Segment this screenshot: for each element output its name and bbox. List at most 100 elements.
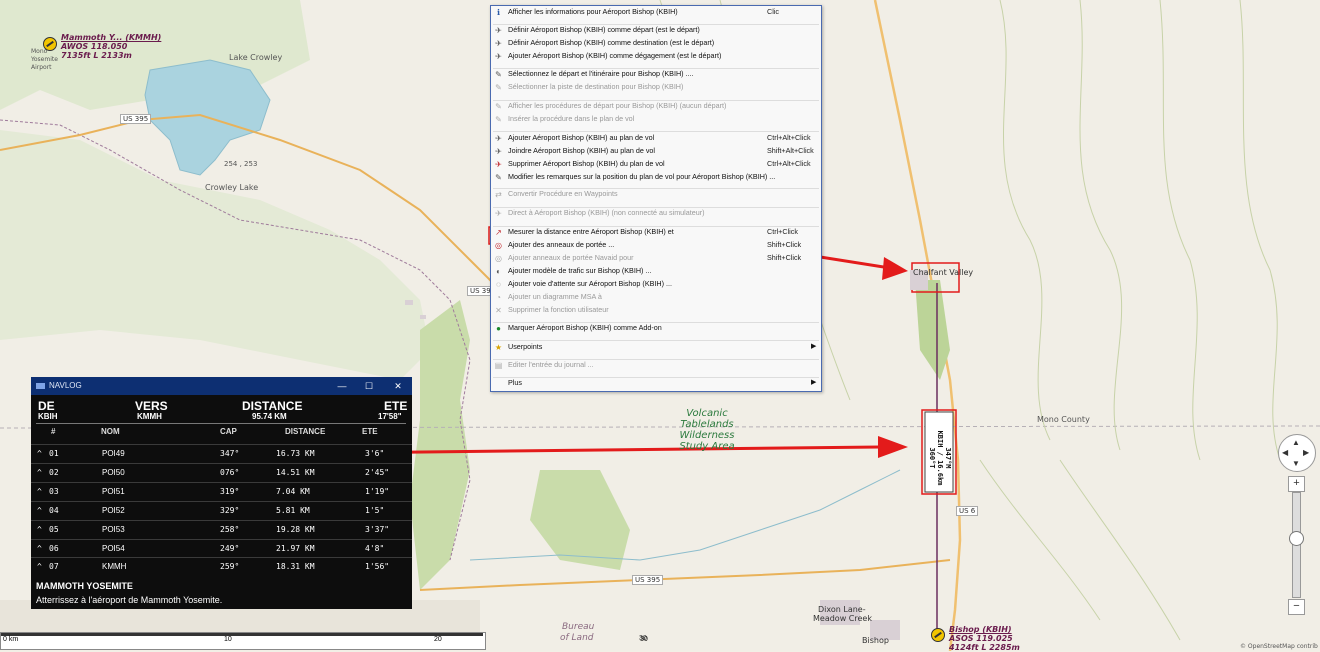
col-heading: CAP — [220, 427, 237, 436]
pan-up-icon[interactable]: ▲ — [1292, 438, 1300, 447]
menu-item[interactable]: ✈ Joindre Aéroport Bishop (KBIH) au plan … — [491, 145, 821, 157]
remove-icon: ✕ — [495, 306, 502, 315]
row-heading: 347° — [220, 449, 240, 458]
navlog-row[interactable]: ^ 07 KMMH 259° 18.31 KM 1'56" — [31, 557, 412, 575]
place-mono-county: Mono County — [1037, 415, 1090, 424]
menu-item: ⇄ Convertir Procédure en Waypoints — [491, 188, 821, 200]
menu-item-label: Userpoints — [508, 342, 543, 351]
close-icon[interactable]: ✕ — [386, 377, 410, 395]
menu-item[interactable]: ℹ Afficher les informations pour Aéroport… — [491, 6, 821, 18]
menu-item[interactable]: ● Marquer Aéroport Bishop (KBIH) comme Ad… — [491, 322, 821, 334]
col-ete: ETE — [362, 427, 378, 436]
menu-item-label: Editer l'entrée du journal ... — [508, 360, 594, 369]
navlog-row[interactable]: ^ 01 POI49 347° 16.73 KM 3'6" — [31, 444, 412, 462]
menu-item[interactable]: ✈ Définir Aéroport Bishop (KBIH) comme de… — [491, 37, 821, 49]
row-heading: 076° — [220, 467, 240, 477]
copyright: © OpenStreetMap contrib — [1240, 643, 1318, 650]
navlog-row[interactable]: ^ 02 POI50 076° 14.51 KM 2'45" — [31, 462, 412, 482]
zoom-in-button[interactable]: + — [1288, 476, 1305, 492]
scale-label: 0 km — [3, 636, 19, 643]
airport-icon[interactable] — [931, 628, 945, 642]
menu-item[interactable]: ✎ Modifier les remarques sur la position … — [491, 171, 821, 183]
expand-icon[interactable]: ^ — [37, 445, 42, 463]
menu-item-shortcut: Ctrl+Click — [767, 227, 798, 236]
navlog-from-value: KBIH — [38, 412, 58, 421]
navlog-title: NAVLOG — [49, 381, 82, 390]
col-distance: DISTANCE — [285, 427, 326, 436]
row-heading: 249° — [220, 543, 240, 553]
alternate-icon: ✈ — [495, 52, 502, 61]
runway-icon: ✎ — [495, 83, 502, 92]
menu-item[interactable]: ✎ Sélectionnez le départ et l'itinéraire … — [491, 68, 821, 80]
menu-item-label: Joindre Aéroport Bishop (KBIH) au plan d… — [508, 146, 656, 155]
menu-item-label: Direct à Aéroport Bishop (KBIH) (non con… — [508, 208, 705, 217]
pan-right-icon[interactable]: ▶ — [1303, 448, 1309, 457]
procedure-icon: ✎ — [495, 102, 502, 111]
menu-item[interactable]: ✈ Supprimer Aéroport Bishop (KBIH) du pla… — [491, 158, 821, 170]
menu-item-label: Ajouter des anneaux de portée ... — [508, 240, 615, 249]
menu-item[interactable]: ✈ Ajouter Aéroport Bishop (KBIH) au plan … — [491, 132, 821, 144]
navlog-row[interactable]: ^ 06 POI54 249° 21.97 KM 4'8" — [31, 538, 412, 558]
row-distance: 7.04 KM — [276, 486, 310, 496]
leg-distance-label: 347°M KBIH / 16.6km 360°T — [928, 430, 952, 486]
menu-item: ✎ Insérer la procédure dans le plan de vo… — [491, 113, 821, 125]
navlog-row[interactable]: ^ 03 POI51 319° 7.04 KM 1'19" — [31, 481, 412, 501]
row-distance: 18.31 KM — [276, 562, 315, 572]
navlog-titlebar[interactable]: NAVLOG — ☐ ✕ — [31, 377, 412, 395]
menu-item[interactable]: ★ Userpoints ▶ — [491, 341, 821, 353]
place-airport-label: Airport — [31, 64, 52, 71]
pan-down-icon[interactable]: ▼ — [1292, 459, 1300, 468]
expand-icon[interactable]: ^ — [37, 502, 42, 520]
row-heading: 329° — [220, 505, 240, 515]
expand-icon[interactable]: ^ — [37, 540, 42, 558]
menu-item[interactable]: ◎ Ajouter des anneaux de portée ... Shift+… — [491, 239, 821, 251]
menu-item-label: Mesurer la distance entre Aéroport Bisho… — [508, 227, 674, 236]
zoom-slider[interactable] — [1289, 492, 1304, 598]
row-name: POI54 — [102, 543, 125, 553]
navaid-rings-icon: ◎ — [495, 254, 502, 263]
menu-item-label: Convertir Procédure en Waypoints — [508, 189, 618, 198]
menu-item-label: Ajouter Aéroport Bishop (KBIH) au plan d… — [508, 133, 655, 142]
addon-icon: ● — [496, 324, 501, 333]
airport-label-bishop[interactable]: Bishop (KBIH) ASOS 119.025 4124ft L 2285… — [949, 625, 1020, 652]
row-distance: 14.51 KM — [276, 467, 315, 477]
append-icon: ✈ — [495, 147, 502, 156]
place-dixon-lane: Dixon Lane- — [818, 605, 866, 614]
expand-icon[interactable]: ^ — [37, 558, 42, 576]
row-ete: 3'37" — [365, 524, 390, 534]
zoom-slider-handle[interactable] — [1289, 531, 1304, 546]
navlog-row[interactable]: ^ 05 POI53 258° 19.28 KM 3'37" — [31, 519, 412, 539]
menu-item[interactable]: ◌ Ajouter voie d'attente sur Aéroport Bis… — [491, 278, 821, 290]
menu-item-shortcut: Clic — [767, 7, 779, 16]
menu-item[interactable]: ◐ Ajouter modèle de trafic sur Bishop (KB… — [491, 265, 821, 277]
menu-item[interactable]: ✈ Ajouter Aéroport Bishop (KBIH) comme dé… — [491, 50, 821, 62]
range-rings-icon: ◎ — [495, 241, 502, 250]
menu-item: ▤ Editer l'entrée du journal ... — [491, 359, 821, 371]
navlog-row[interactable]: ^ 04 POI52 329° 5.81 KM 1'5" — [31, 500, 412, 520]
menu-item-label: Ajouter anneaux de portée Navaid pour — [508, 253, 634, 262]
menu-item: ◎ Ajouter anneaux de portée Navaid pour Sh… — [491, 252, 821, 264]
pan-left-icon[interactable]: ◀ — [1282, 448, 1288, 457]
row-num: 04 — [49, 505, 59, 515]
row-ete: 1'5" — [365, 505, 385, 515]
place-bishop: Bishop — [862, 636, 889, 645]
zoom-out-button[interactable]: − — [1288, 599, 1305, 615]
minimize-icon[interactable]: — — [330, 377, 354, 395]
airport-label-mammoth[interactable]: Mammoth Y... (KMMH) AWOS 118.050 7135ft … — [61, 33, 161, 60]
menu-item[interactable]: ✈ Définir Aéroport Bishop (KBIH) comme dé… — [491, 24, 821, 36]
expand-icon[interactable]: ^ — [37, 464, 42, 482]
navlog-to-value: KMMH — [137, 412, 162, 421]
expand-icon[interactable]: ^ — [37, 521, 42, 539]
pan-control[interactable]: ▲ ▼ ◀ ▶ — [1278, 434, 1316, 472]
menu-item-label: Supprimer la fonction utilisateur — [508, 305, 609, 314]
elevation-label: 254 , 253 — [224, 160, 258, 168]
row-distance: 21.97 KM — [276, 543, 315, 553]
menu-item[interactable]: Plus ▶ — [491, 377, 821, 389]
direct-icon: ✈ — [495, 209, 502, 218]
expand-icon[interactable]: ^ — [37, 483, 42, 501]
scale-bar: 0 km 10 20 30 — [0, 632, 648, 650]
maximize-icon[interactable]: ☐ — [357, 377, 381, 395]
menu-item[interactable]: ↗ Mesurer la distance entre Aéroport Bish… — [491, 226, 821, 238]
row-heading: 259° — [220, 562, 240, 572]
place-crowley-lake: Crowley Lake — [205, 183, 259, 192]
